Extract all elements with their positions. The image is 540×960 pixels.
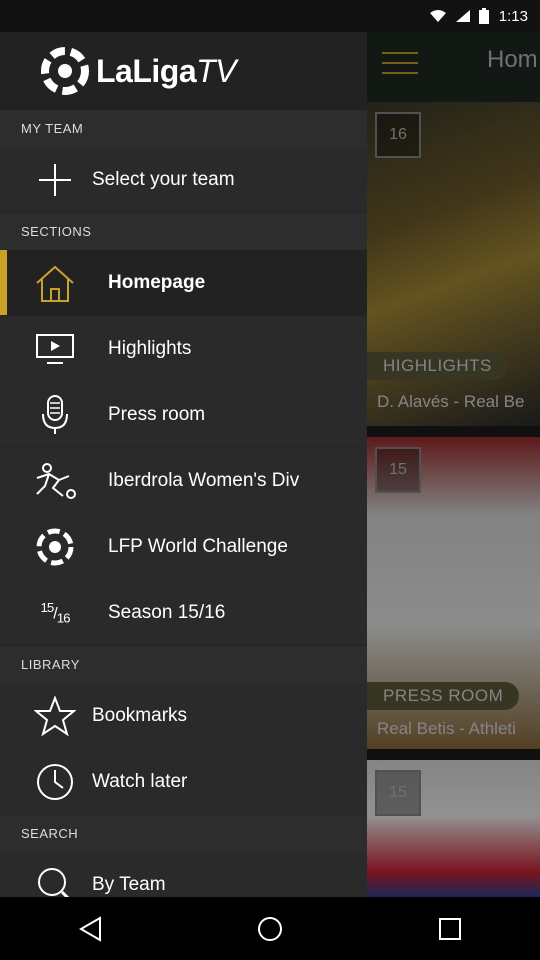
video-title: Real Betis - Athleti	[377, 719, 516, 738]
search-icon	[33, 863, 77, 897]
category-tag: HIGHLIGHTS	[367, 352, 508, 380]
sidebar-item-press-room[interactable]: Press room	[0, 382, 367, 448]
main-header: Hom	[367, 32, 540, 104]
date-badge: 16	[375, 112, 421, 158]
section-label-sections: SECTIONS	[0, 213, 367, 250]
video-card[interactable]: 15 PRESS ROOM Real Betis - Athleti	[367, 437, 540, 749]
section-label-library: LIBRARY	[0, 646, 367, 683]
sidebar-item-homepage[interactable]: Homepage	[0, 250, 367, 316]
section-label-my-team: MY TEAM	[0, 110, 367, 147]
recents-icon	[439, 917, 461, 940]
status-time: 1:13	[498, 7, 528, 25]
sidebar-item-label: LFP World Challenge	[108, 535, 288, 557]
section-label-search: SEARCH	[0, 815, 367, 852]
menu-icon[interactable]	[382, 52, 418, 80]
video-card[interactable]: 16 HIGHLIGHTS D. Alavés - Real Be	[367, 102, 540, 426]
category-tag: PRESS ROOM	[367, 682, 520, 710]
logo-text: LaLigaTV	[96, 52, 237, 89]
sidebar-item-label: By Team	[92, 873, 166, 895]
select-team-item[interactable]: Select your team	[0, 147, 367, 213]
sidebar-item-world-challenge[interactable]: LFP World Challenge	[0, 514, 367, 580]
sidebar-item-womens-div[interactable]: Iberdrola Women's Div	[0, 448, 367, 514]
video-card[interactable]: 15	[367, 760, 540, 897]
date-badge: 15	[375, 770, 421, 816]
sidebar-item-label: Highlights	[108, 337, 192, 359]
soccer-player-icon	[33, 459, 77, 503]
status-icons	[429, 8, 489, 24]
sidebar-item-label: Iberdrola Women's Div	[108, 469, 300, 491]
back-button[interactable]	[60, 909, 120, 949]
sidebar-item-bookmarks[interactable]: Bookmarks	[0, 683, 367, 749]
globe-ball-icon	[33, 525, 77, 569]
sidebar-item-label: Watch later	[92, 770, 188, 792]
tv-icon	[33, 327, 77, 371]
sidebar-item-by-team[interactable]: By Team	[0, 852, 367, 897]
sidebar-item-highlights[interactable]: Highlights	[0, 316, 367, 382]
wifi-icon	[429, 10, 446, 22]
system-nav-bar	[0, 897, 540, 960]
laliga-logo-icon	[41, 47, 89, 95]
star-icon	[33, 694, 77, 738]
home-icon	[33, 261, 77, 305]
plus-icon	[33, 158, 77, 202]
page-title: Hom	[487, 46, 538, 73]
home-button[interactable]	[240, 909, 300, 949]
season-icon: 15/16	[40, 599, 70, 626]
recents-button[interactable]	[420, 909, 480, 949]
sidebar-item-label: Homepage	[108, 271, 206, 293]
sidebar-item-season[interactable]: 15/16 Season 15/16	[0, 580, 367, 646]
signal-icon	[455, 10, 470, 22]
date-badge: 15	[375, 447, 421, 493]
sidebar-item-watch-later[interactable]: Watch later	[0, 749, 367, 815]
home-circle-icon	[258, 916, 282, 941]
main-content: Hom 16 HIGHLIGHTS D. Alavés - Real Be 15…	[367, 32, 540, 897]
back-icon	[79, 915, 101, 942]
navigation-drawer: LaLigaTV MY TEAM Select your team SECTIO…	[0, 32, 367, 897]
sidebar-item-label: Bookmarks	[92, 704, 188, 726]
microphone-icon	[33, 393, 77, 437]
battery-icon	[478, 8, 489, 24]
sidebar-item-label: Press room	[108, 403, 206, 425]
video-title: D. Alavés - Real Be	[377, 392, 525, 411]
sidebar-item-label: Season 15/16	[108, 601, 226, 623]
status-bar: 1:13	[0, 0, 540, 32]
clock-icon	[33, 760, 77, 804]
drawer-header: LaLigaTV	[0, 32, 367, 110]
select-team-label: Select your team	[92, 168, 235, 190]
